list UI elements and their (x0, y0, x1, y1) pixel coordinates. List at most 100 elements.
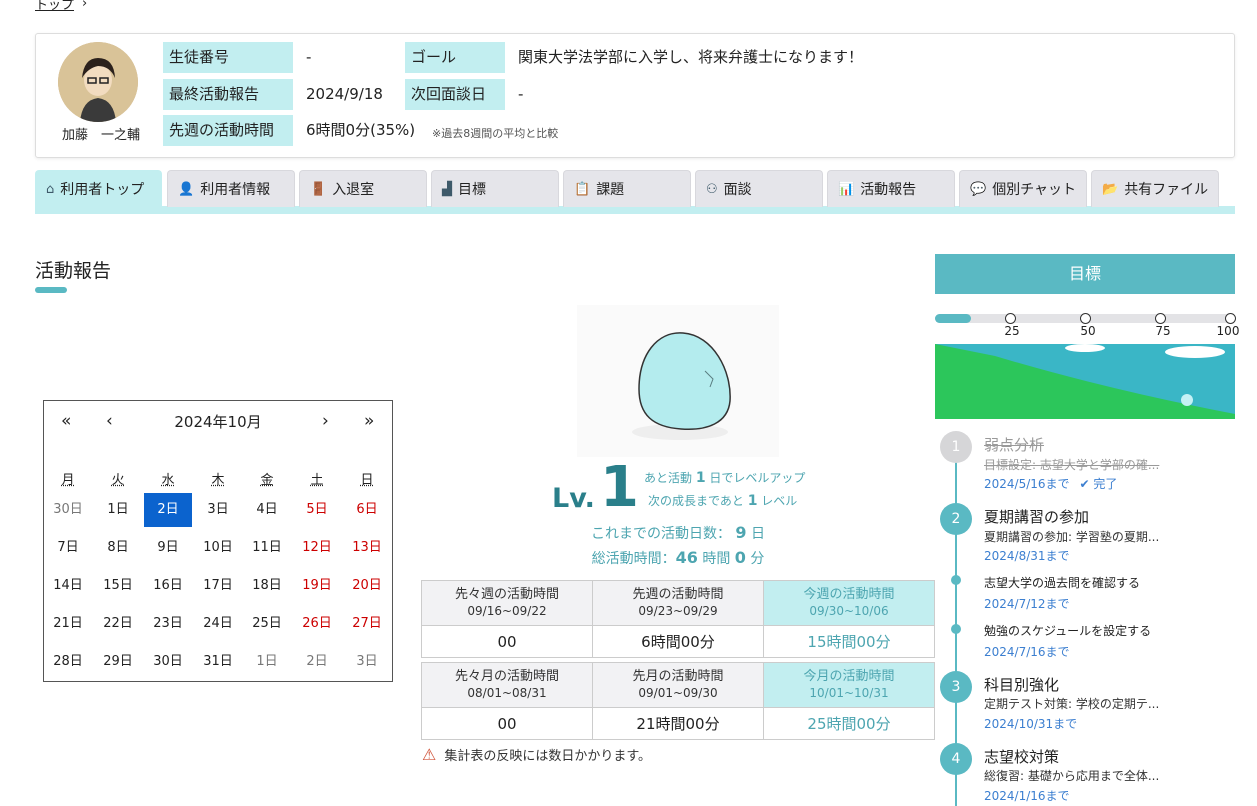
calendar-weekday-header: 月 (61, 473, 75, 488)
calendar-weekday-header: 木 (211, 473, 225, 488)
total-activity-time: 総活動時間：46 時間 0 分 (498, 548, 858, 568)
calendar-day[interactable]: 2日 (293, 645, 341, 679)
table-cell: 21時間00分 (592, 707, 764, 740)
tab-user-info[interactable]: 👤 利用者情報 (167, 170, 295, 207)
calendar-day[interactable]: 19日 (293, 569, 341, 603)
tab-shared-files[interactable]: 📂 共有ファイル (1091, 170, 1219, 207)
activity-days-label: これまでの活動日数： (590, 526, 731, 542)
calendar-day[interactable]: 28日 (44, 645, 92, 679)
calendar-day[interactable]: 6日 (343, 493, 391, 527)
timeline-title[interactable]: 科目別強化 (984, 674, 1059, 695)
tab-label: 課題 (596, 182, 625, 198)
timeline-title[interactable]: 弱点分析 (984, 434, 1044, 455)
timeline-subtask-dot (951, 624, 961, 634)
calendar-weekday-header: 水 (161, 473, 175, 488)
tab-goals[interactable]: ▟ 目標 (431, 170, 559, 207)
calendar-day[interactable]: 12日 (293, 531, 341, 565)
calendar: « ‹ 2024年10月 › » 月火水木金土日 30日 1日 2日 3日 4日 5日 6日 7… (43, 400, 393, 682)
calendar-weekday-header: 火 (111, 473, 125, 488)
calendar-day[interactable]: 29日 (94, 645, 142, 679)
door-icon: 🚪 (310, 181, 327, 197)
timeline-date: 2024/10/31まで (984, 717, 1078, 731)
timeline-title[interactable]: 夏期講習の参加 (984, 506, 1089, 527)
tab-entry-exit[interactable]: 🚪 入退室 (299, 170, 427, 207)
table-cell-current: 25時間00分 (763, 707, 935, 740)
level-character-image (577, 305, 779, 457)
timeline-date: 2024/7/12まで (984, 597, 1070, 611)
next-interview-label: 次回面談日 (405, 79, 505, 110)
home-icon: ⌂ (46, 181, 55, 197)
timeline-step-2: 2 (940, 503, 972, 535)
calendar-day[interactable]: 20日 (343, 569, 391, 603)
calendar-day[interactable]: 14日 (44, 569, 92, 603)
calendar-day[interactable]: 23日 (144, 607, 192, 641)
header-range: 09/30~10/06 (809, 604, 889, 618)
calendar-day[interactable]: 17日 (194, 569, 242, 603)
tab-label: 目標 (458, 182, 486, 198)
tab-bar: ⌂ 利用者トップ 👤 利用者情報 🚪 入退室 ▟ 目標 📋 課題 ⚇ 面談 📊 活動報告 💬 個… (35, 170, 1235, 214)
calendar-day[interactable]: 1日 (243, 645, 291, 679)
last-report-value: 2024/9/18 (306, 85, 383, 103)
calendar-day[interactable]: 13日 (343, 531, 391, 565)
tab-interview[interactable]: ⚇ 面談 (695, 170, 823, 207)
level-label: Lv. (552, 483, 595, 514)
calendar-day[interactable]: 21日 (44, 607, 92, 641)
table-cell-current: 15時間00分 (763, 625, 935, 658)
warning-message: ⚠ 集計表の反映には数日かかります。 (422, 745, 651, 764)
calendar-day[interactable]: 9日 (144, 531, 192, 565)
timeline-subtask[interactable]: 志望大学の過去問を確認する (984, 574, 1140, 591)
calendar-title: 2024年10月 (174, 413, 262, 431)
goal-value: 関東大学法学部に入学し、将来弁護士になります！ (518, 48, 864, 66)
calendar-day[interactable]: 8日 (94, 531, 142, 565)
calendar-day[interactable]: 30日 (44, 493, 92, 527)
calendar-day[interactable]: 22日 (94, 607, 142, 641)
calendar-day[interactable]: 1日 (94, 493, 142, 527)
next-year-button[interactable]: » (364, 411, 374, 431)
tab-user-top[interactable]: ⌂ 利用者トップ (35, 170, 162, 207)
timeline-step-1: 1 (940, 431, 972, 463)
profile-card: 加藤 一之輔 生徒番号 - 最終活動報告 2024/9/18 先週の活動時間 6… (35, 33, 1235, 158)
breadcrumb-home-link[interactable]: トップ (35, 0, 74, 13)
calendar-day[interactable]: 15日 (94, 569, 142, 603)
calendar-day[interactable]: 25日 (243, 607, 291, 641)
calendar-day[interactable]: 27日 (343, 607, 391, 641)
goal-scene-image (935, 344, 1235, 419)
header-title: 先々月の活動時間 (454, 669, 559, 684)
monthly-activity-table: 先々月の活動時間 08/01~08/31 先月の活動時間 09/01~09/30 今… (421, 662, 935, 740)
calendar-weekday-header: 金 (260, 473, 274, 488)
chevron-right-icon: › (82, 0, 88, 11)
tab-assignments[interactable]: 📋 課題 (563, 170, 691, 207)
table-cell: 00 (421, 707, 593, 740)
calendar-day[interactable]: 24日 (194, 607, 242, 641)
calendar-day[interactable]: 26日 (293, 607, 341, 641)
tab-chat[interactable]: 💬 個別チャット (959, 170, 1087, 207)
calendar-day[interactable]: 11日 (243, 531, 291, 565)
timeline-title[interactable]: 志望校対策 (984, 746, 1059, 767)
tab-label: 利用者トップ (60, 182, 145, 198)
header-title: 先々週の活動時間 (454, 587, 559, 602)
calendar-day[interactable]: 2日 (144, 493, 192, 527)
next-growth-note: 次の成長まであと 1 レベル (648, 492, 797, 509)
calendar-day[interactable]: 3日 (343, 645, 391, 679)
calendar-day[interactable]: 16日 (144, 569, 192, 603)
timeline-subtask[interactable]: 勉強のスケジュールを設定する (984, 622, 1151, 639)
calendar-day[interactable]: 3日 (194, 493, 242, 527)
next-growth-text: 次の成長まであと (648, 494, 744, 508)
calendar-day[interactable]: 5日 (293, 493, 341, 527)
header-title: 今月の活動時間 (803, 669, 895, 684)
calendar-day[interactable]: 30日 (144, 645, 192, 679)
tab-activity-report[interactable]: 📊 活動報告 (827, 170, 955, 207)
calendar-day[interactable]: 10日 (194, 531, 242, 565)
header-range: 09/01~09/30 (638, 686, 718, 700)
progress-tick-label: 100 (1216, 324, 1240, 338)
last-week-value: 6時間0分(35%) (306, 121, 416, 139)
calendar-day[interactable]: 31日 (194, 645, 242, 679)
header-range: 10/01~10/31 (809, 686, 889, 700)
calendar-day[interactable]: 4日 (243, 493, 291, 527)
calendar-header: « ‹ 2024年10月 › » (44, 411, 392, 435)
status-badge: ✔ 完了 (1080, 477, 1118, 491)
calendar-day[interactable]: 7日 (44, 531, 92, 565)
calendar-day[interactable]: 18日 (243, 569, 291, 603)
calendar-weekday-header: 土 (310, 473, 324, 488)
next-month-button[interactable]: › (322, 411, 329, 431)
